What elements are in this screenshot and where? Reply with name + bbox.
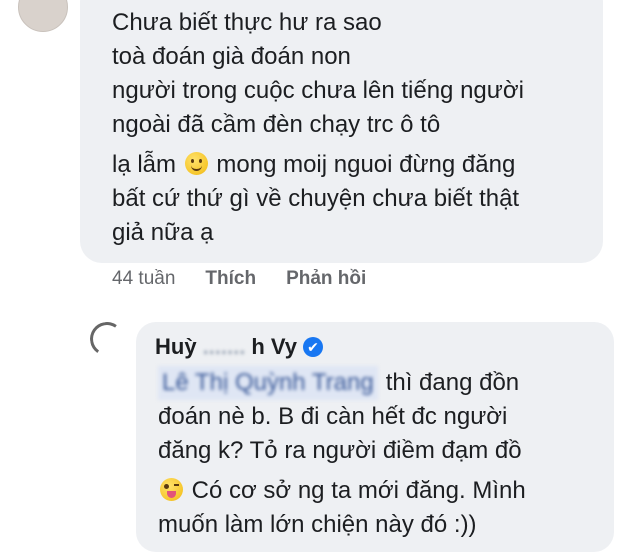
comment-line-part: lạ lẫm bbox=[112, 151, 177, 178]
slightly-smiling-face-icon bbox=[184, 152, 208, 175]
like-button[interactable]: Thích bbox=[205, 268, 256, 290]
comment-actions: 44 tuần Thích Phản hồi bbox=[112, 268, 366, 290]
comment-line: giả nữa ạ bbox=[112, 219, 214, 246]
comment-line: toà đoán già đoán non bbox=[112, 43, 351, 70]
comment-line: người trong cuộc chưa lên tiếng người bbox=[112, 77, 524, 104]
author-name-start: Huỳ bbox=[155, 334, 197, 359]
comment-timestamp[interactable]: 44 tuần bbox=[112, 268, 175, 290]
comment-line: bất cứ thứ gì về chuyện chưa biết thật bbox=[112, 185, 520, 212]
reply-line-part: Có cơ sở ng ta mới đăng. Mình bbox=[191, 477, 526, 504]
reply-line: đăng k? Tỏ ra người điềm đạm đồ bbox=[158, 437, 522, 464]
commenter-avatar[interactable] bbox=[18, 0, 68, 32]
reply-line: Có cơ sở ng ta mới đăng. Mình bbox=[158, 474, 604, 508]
comment-line: lạ lẫm mong moij nguoi đừng đăng bbox=[112, 148, 608, 182]
reply-text: Lê Thị Quỳnh Trang thì đang đồn đoán nè b… bbox=[158, 366, 604, 542]
reply-line-part: thì đang đồn bbox=[385, 369, 520, 396]
reply-line: đoán nè b. B đi càn hết đc người bbox=[158, 403, 508, 430]
comment-line: ngoài đã cầm đèn chạy trc ô tô bbox=[112, 111, 441, 138]
reply-avatar[interactable] bbox=[87, 319, 127, 359]
comment-line-part: mong moij nguoi đừng đăng bbox=[216, 151, 516, 178]
author-name-end: h Vy bbox=[251, 334, 298, 359]
winking-face-with-tongue-icon bbox=[160, 478, 183, 501]
verified-badge-icon: ✔ bbox=[303, 337, 324, 357]
author-name-redacted: ....... bbox=[202, 334, 246, 359]
comment-text: Chưa biết thực hư ra sao toà đoán già đo… bbox=[112, 6, 608, 250]
reply-author[interactable]: Huỳ....... h Vy ✔ bbox=[155, 334, 324, 360]
reply-line: muốn làm lớn chiện này đó :)) bbox=[158, 511, 477, 538]
mention-tag[interactable]: Lê Thị Quỳnh Trang bbox=[158, 366, 378, 400]
reply-line: Lê Thị Quỳnh Trang thì đang đồn bbox=[158, 366, 604, 400]
comment-line: Chưa biết thực hư ra sao bbox=[112, 9, 382, 36]
reply-button[interactable]: Phản hồi bbox=[286, 268, 366, 290]
